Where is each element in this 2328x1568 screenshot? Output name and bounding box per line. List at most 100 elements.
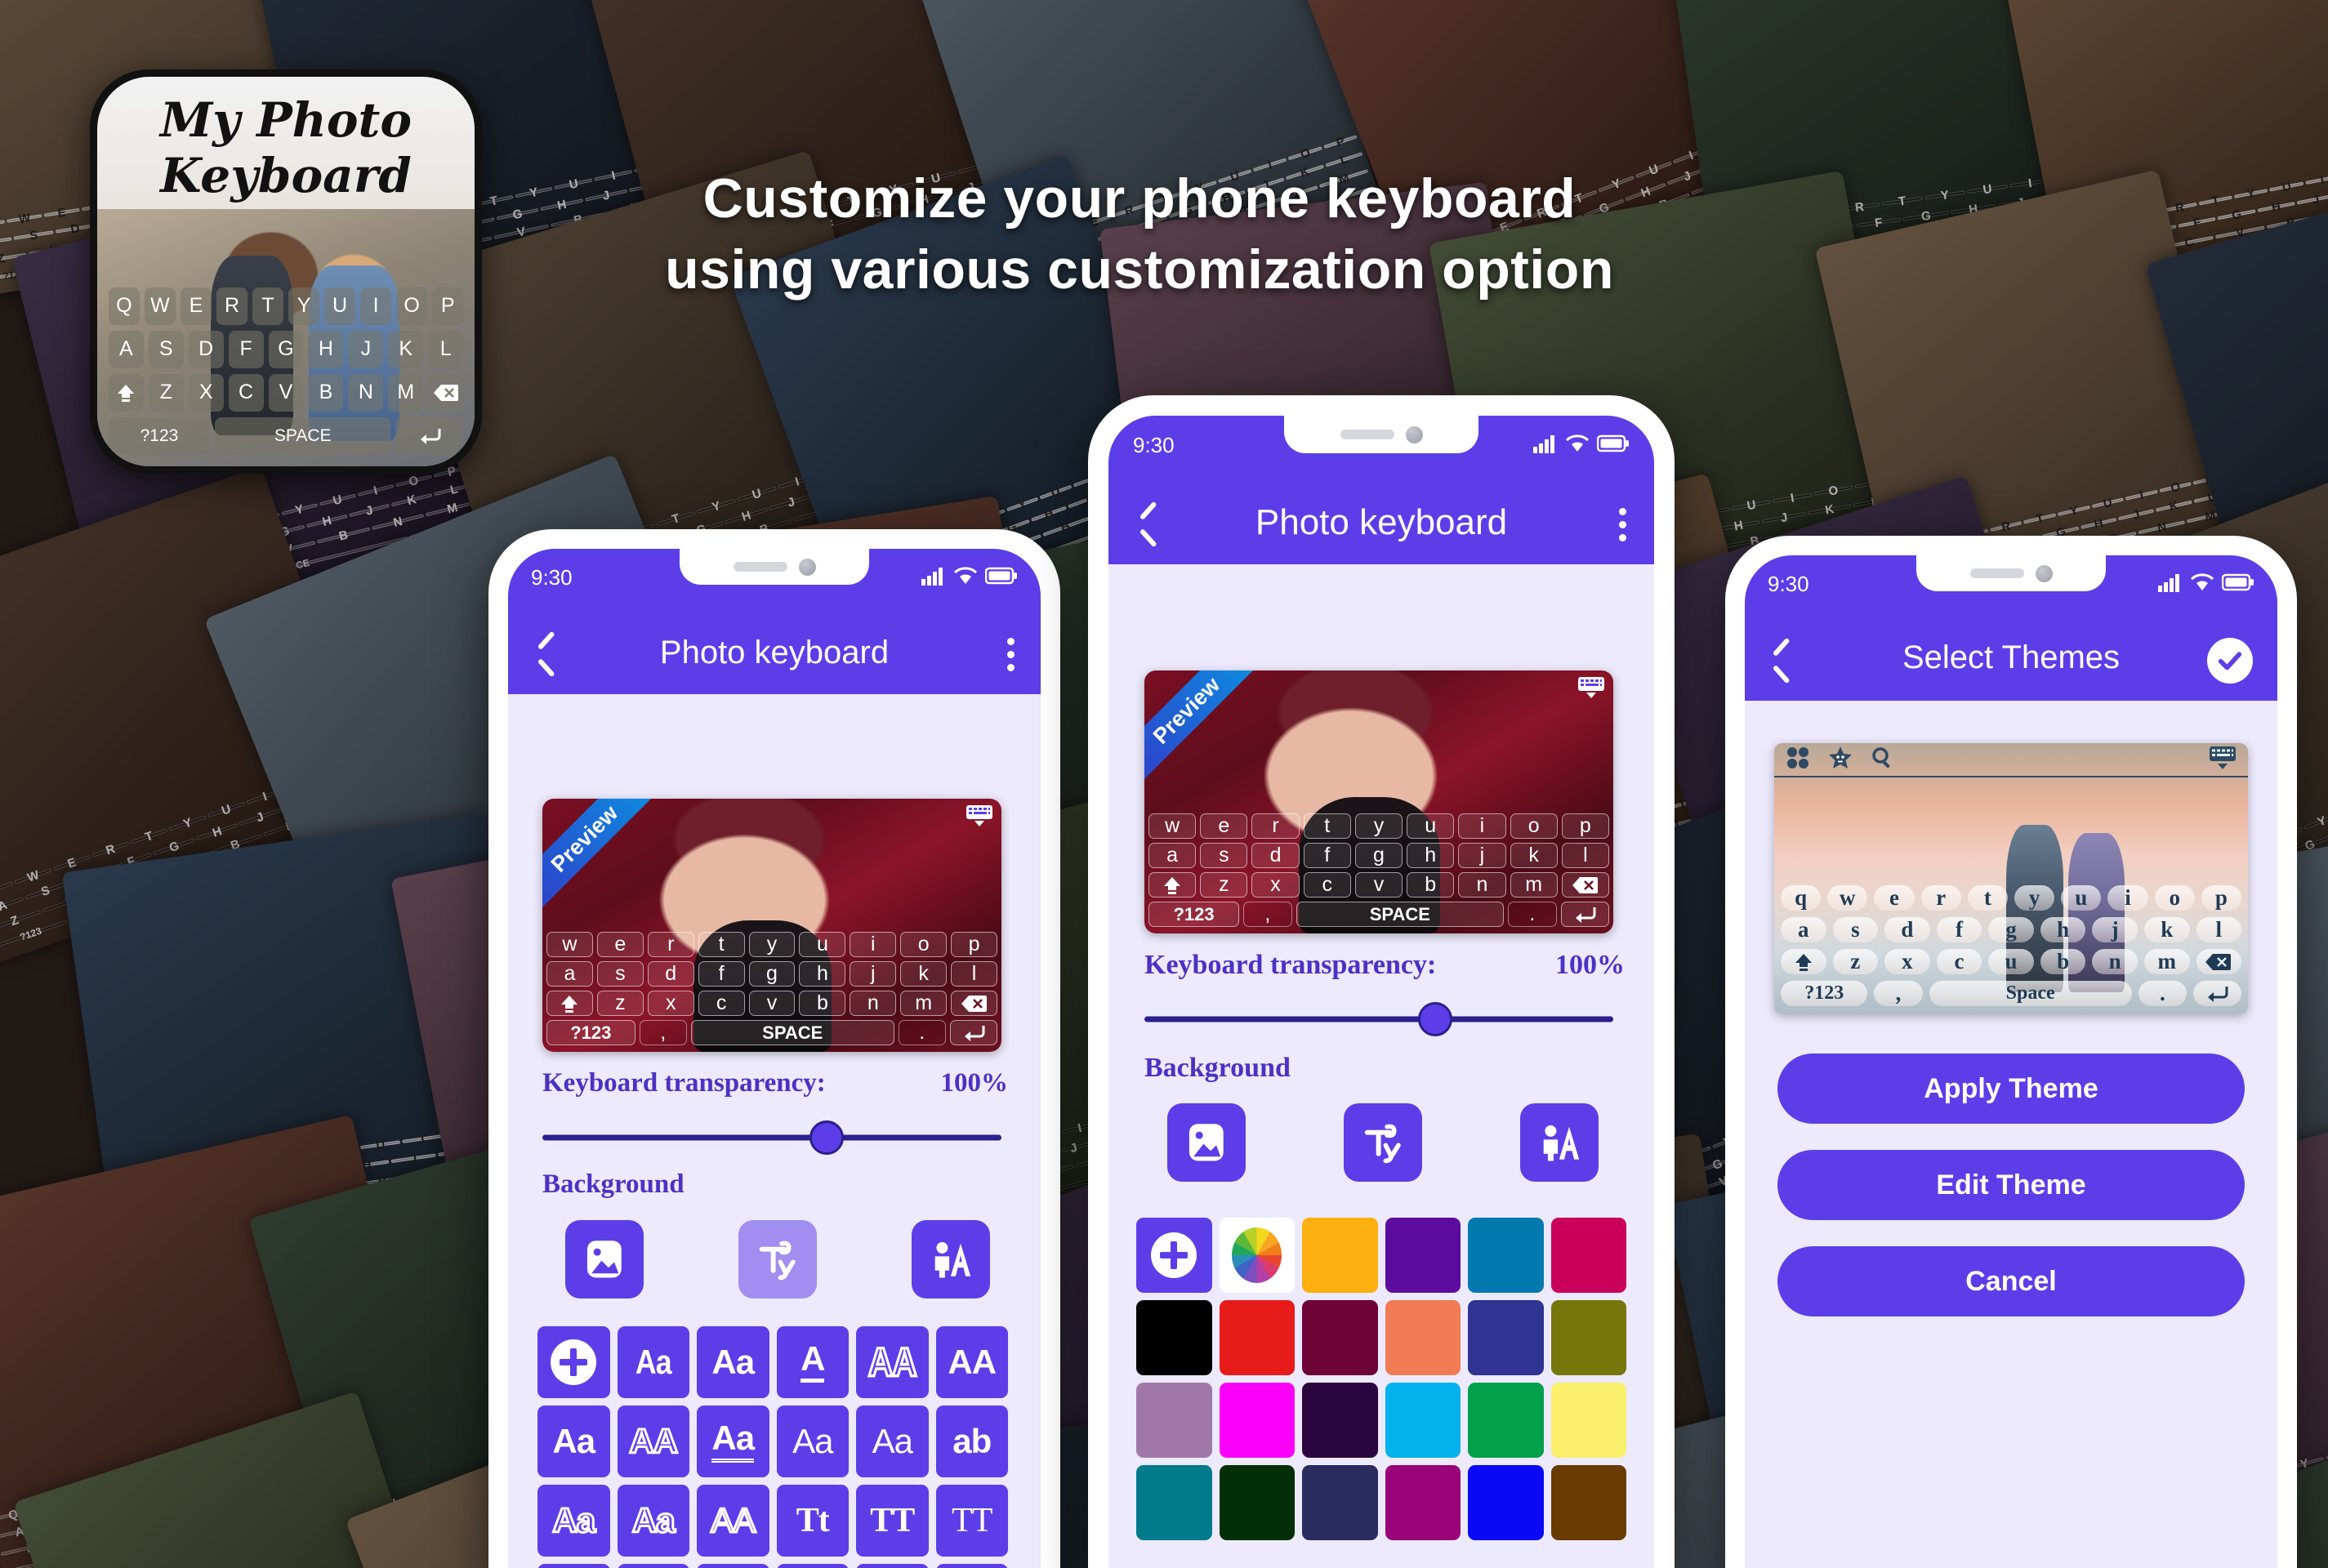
space-key[interactable]: SPACE [215, 416, 391, 455]
key-T[interactable]: T [252, 287, 284, 325]
key-N[interactable]: N [348, 373, 384, 412]
key-,[interactable]: , [1874, 981, 1923, 1006]
key-w[interactable]: w [1148, 813, 1197, 839]
phone-center-keyboard-preview[interactable]: Preview w e r t y u i o p a s d f g h j k l z x c v b n m ?123, SP… [1144, 670, 1613, 933]
key-e[interactable]: e [596, 932, 644, 957]
keyboard-hide-icon[interactable] [1577, 676, 1605, 703]
key-o[interactable]: o [1510, 813, 1558, 839]
key-e[interactable]: e [1200, 813, 1248, 839]
key-l[interactable]: l [1561, 843, 1609, 868]
edit-theme-button[interactable]: Edit Theme [1777, 1150, 2245, 1220]
key-punct[interactable]: . [1508, 902, 1557, 927]
back-chevron-icon[interactable] [534, 635, 555, 673]
backspace-key[interactable] [951, 991, 998, 1016]
key-W[interactable]: W [144, 287, 176, 325]
key-.[interactable]: . [2138, 981, 2187, 1006]
key-m[interactable]: m [2143, 949, 2190, 974]
key-y[interactable]: y [1354, 813, 1403, 839]
add-color-button[interactable] [1136, 1218, 1212, 1293]
key-h[interactable]: h [2040, 917, 2086, 942]
swatch-mauve[interactable] [1136, 1383, 1212, 1458]
key-O[interactable]: O [396, 287, 428, 325]
key-d[interactable]: d [647, 961, 694, 987]
key-C[interactable]: C [228, 373, 264, 412]
key-H[interactable]: H [308, 330, 344, 368]
key-P[interactable]: P [432, 287, 464, 325]
swatch-black[interactable] [1136, 1300, 1212, 1375]
key-t[interactable]: t [698, 932, 745, 957]
key-c[interactable]: c [1936, 949, 1982, 974]
key-I[interactable]: I [360, 287, 392, 325]
font-style-3[interactable]: A [776, 1326, 849, 1398]
key-u[interactable]: u [799, 932, 846, 957]
key-x[interactable]: x [1251, 872, 1300, 898]
key-f[interactable]: f [698, 961, 745, 987]
background-option-gallery-image-icon[interactable] [1167, 1103, 1246, 1182]
key-l[interactable]: l [2196, 917, 2242, 942]
slider-thumb[interactable] [809, 1120, 845, 1155]
numeric-key[interactable]: ?123 [1148, 902, 1240, 927]
back-chevron-icon[interactable] [1136, 506, 1157, 543]
swatch-brown[interactable] [1550, 1465, 1626, 1540]
key-a[interactable]: a [1781, 917, 1826, 942]
key-i[interactable]: i [850, 932, 897, 957]
key-Z[interactable]: Z [148, 373, 184, 412]
key-u[interactable]: u [1988, 949, 2034, 974]
swatch-crimson-pink[interactable] [1550, 1218, 1626, 1293]
background-option-text-style-icon[interactable] [1344, 1103, 1422, 1182]
key-D[interactable]: D [188, 330, 224, 368]
enter-key[interactable] [2192, 981, 2241, 1006]
font-style-7[interactable]: AA [617, 1405, 689, 1477]
swatch-green[interactable] [1468, 1383, 1544, 1458]
key-punct[interactable]: . [898, 1020, 946, 1045]
swatch-indigo[interactable] [1468, 1300, 1544, 1375]
key-z[interactable]: z [1832, 949, 1879, 974]
background-option-text-style-icon[interactable] [738, 1220, 817, 1298]
kebab-menu-icon[interactable] [1619, 507, 1626, 541]
key-s[interactable]: s [1832, 917, 1879, 942]
key-J[interactable]: J [348, 330, 384, 368]
key-Q[interactable]: Q [108, 287, 140, 325]
apply-theme-button[interactable]: Apply Theme [1777, 1054, 2245, 1124]
font-style-1[interactable]: Aa [617, 1326, 689, 1398]
key-q[interactable]: q [1781, 885, 1822, 911]
key-z[interactable]: z [596, 991, 644, 1016]
key-j[interactable]: j [1458, 843, 1506, 868]
keyboard-hide-icon[interactable] [2209, 746, 2237, 774]
swatch-violet[interactable] [1385, 1218, 1461, 1293]
key-p[interactable]: p [2201, 885, 2242, 911]
keyboard-hide-icon[interactable] [966, 804, 993, 831]
key-K[interactable]: K [388, 330, 424, 368]
key-h[interactable]: h [1407, 843, 1455, 868]
key-k[interactable]: k [1510, 843, 1558, 868]
key-e[interactable]: e [1874, 885, 1915, 911]
kebab-menu-icon[interactable] [1007, 637, 1015, 671]
font-style-5[interactable]: AA [935, 1326, 1008, 1398]
key-l[interactable]: l [951, 961, 998, 987]
font-style-22[interactable]: T [856, 1564, 929, 1568]
key-r[interactable]: r [1251, 813, 1300, 839]
key-F[interactable]: F [228, 330, 264, 368]
key-g[interactable]: g [1354, 843, 1403, 868]
space-key[interactable]: SPACE [690, 1020, 894, 1045]
key-G[interactable]: G [268, 330, 304, 368]
font-style-20[interactable]: T [697, 1564, 769, 1568]
key-s[interactable]: s [596, 961, 644, 987]
backspace-key[interactable] [2196, 949, 2242, 974]
font-style-13[interactable]: Aa [617, 1485, 689, 1557]
font-style-23[interactable]: A [935, 1564, 1008, 1568]
font-style-4[interactable]: AA [856, 1326, 929, 1398]
key-t[interactable]: t [1303, 813, 1351, 839]
phone-right-theme-preview[interactable]: q w e r t y u i o p a s d f g h j k l z x c u b n m ?123, Space. [1774, 743, 2248, 1014]
back-chevron-icon[interactable] [1769, 642, 1791, 679]
key-p[interactable]: p [951, 932, 998, 957]
swatch-purple-pink[interactable] [1385, 1465, 1461, 1540]
key-y[interactable]: y [2014, 885, 2055, 911]
enter-key[interactable] [395, 416, 464, 455]
key-a[interactable]: a [1148, 843, 1197, 868]
key-S[interactable]: S [148, 330, 184, 368]
key-w[interactable]: w [1827, 885, 1868, 911]
key-g[interactable]: g [1988, 917, 2034, 942]
key-y[interactable]: y [748, 932, 796, 957]
key-m[interactable]: m [1510, 872, 1558, 898]
